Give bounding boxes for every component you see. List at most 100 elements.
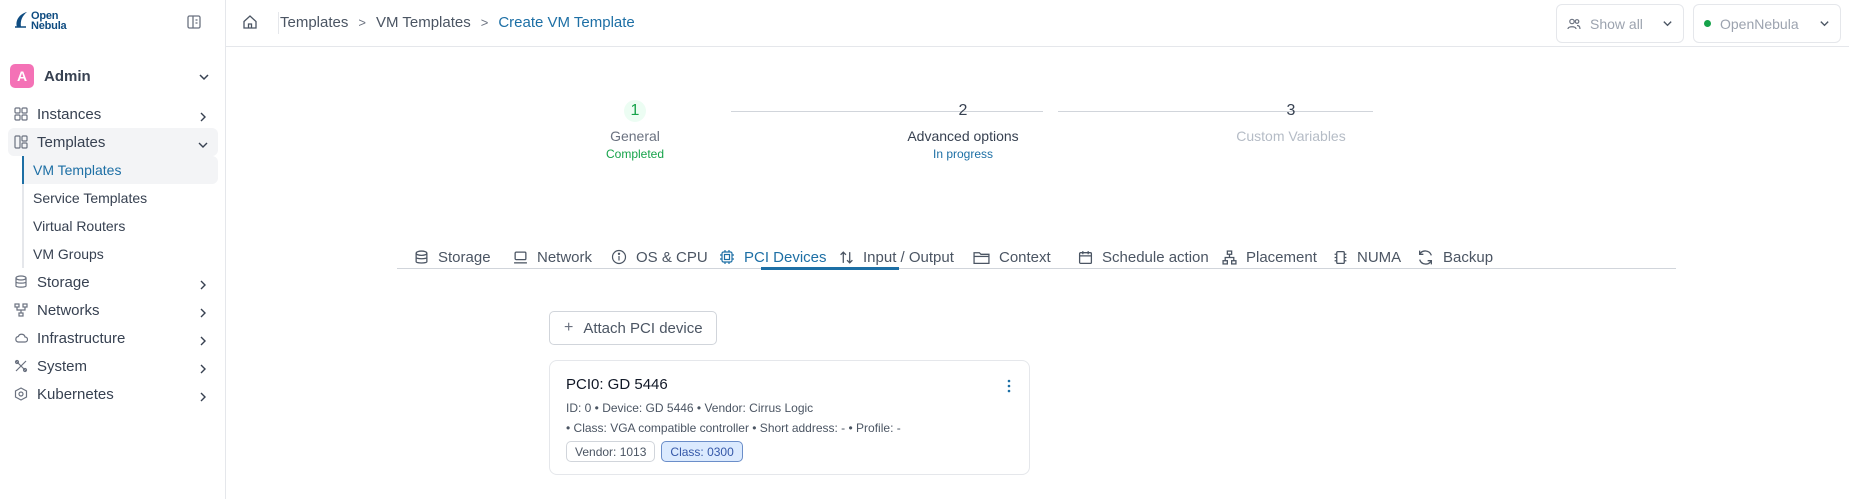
storage-icon bbox=[14, 275, 28, 289]
chevron-right-icon bbox=[198, 277, 208, 295]
home-icon[interactable] bbox=[242, 14, 258, 35]
status-dot bbox=[1704, 20, 1711, 27]
tab-label: PCI Devices bbox=[744, 248, 827, 266]
tab-backup[interactable]: Backup bbox=[1417, 245, 1493, 269]
tab-label: Placement bbox=[1246, 248, 1317, 266]
templates-submenu: VM Templates Service Templates Virtual R… bbox=[22, 156, 218, 268]
calendar-icon bbox=[1078, 250, 1093, 265]
breadcrumb-create-vm-template: Create VM Template bbox=[498, 14, 635, 31]
breadcrumb: Templates > VM Templates > Create VM Tem… bbox=[280, 14, 635, 31]
step-general[interactable]: 1 General Completed bbox=[555, 100, 715, 161]
users-icon bbox=[1567, 17, 1581, 31]
sidebar-item-networks[interactable]: Networks bbox=[8, 296, 218, 324]
sidebar-item-virtual-routers[interactable]: Virtual Routers bbox=[24, 212, 218, 240]
step-number: 3 bbox=[1286, 102, 1296, 119]
tab-numa[interactable]: NUMA bbox=[1333, 245, 1401, 269]
chevron-right-icon bbox=[198, 109, 208, 127]
more-options-icon[interactable] bbox=[1007, 379, 1011, 398]
main-content: Templates > VM Templates > Create VM Tem… bbox=[226, 0, 1849, 499]
pci-device-card[interactable]: PCI0: GD 5446 ID: 0 • Device: GD 5446 • … bbox=[549, 360, 1030, 475]
pci-device-tags: Vendor: 1013 Class: 0300 bbox=[566, 441, 743, 462]
zone-label: OpenNebula bbox=[1720, 15, 1799, 32]
tab-label: NUMA bbox=[1357, 248, 1402, 266]
sidebar-item-vm-groups[interactable]: VM Groups bbox=[24, 240, 218, 268]
chevron-right-icon bbox=[198, 333, 208, 351]
tab-label: OS & CPU bbox=[636, 248, 708, 266]
active-tab-indicator bbox=[761, 267, 899, 270]
opennebula-logo-icon bbox=[14, 11, 28, 29]
zone-dropdown[interactable]: OpenNebula bbox=[1693, 4, 1841, 43]
tab-network[interactable]: Network bbox=[513, 245, 592, 269]
sidebar-item-infrastructure[interactable]: Infrastructure bbox=[8, 324, 218, 352]
sidebar-item-kubernetes[interactable]: Kubernetes bbox=[8, 380, 218, 408]
sidebar-item-label: Networks bbox=[37, 301, 100, 319]
step-status: In progress bbox=[932, 147, 994, 161]
chevron-right-icon bbox=[198, 389, 208, 407]
tab-storage[interactable]: Storage bbox=[414, 245, 491, 269]
hierarchy-icon bbox=[1222, 249, 1237, 265]
networks-icon bbox=[14, 303, 28, 317]
chip-icon bbox=[1333, 250, 1348, 265]
tab-schedule-action[interactable]: Schedule action bbox=[1078, 245, 1209, 269]
opennebula-logo[interactable]: Open Nebula bbox=[14, 11, 67, 32]
sidebar-item-label: Storage bbox=[37, 273, 90, 291]
monitor-icon bbox=[513, 250, 528, 265]
pci-device-details: • Class: VGA compatible controller • Sho… bbox=[566, 421, 901, 435]
cpu-chip-icon bbox=[719, 249, 735, 265]
class-tag: Class: 0300 bbox=[661, 441, 743, 462]
sidebar-item-instances[interactable]: Instances bbox=[8, 100, 218, 128]
cloud-icon bbox=[14, 331, 28, 345]
chevron-down-icon bbox=[198, 137, 208, 155]
sidebar-nav: Instances Templates VM Templates Service… bbox=[8, 100, 218, 408]
breadcrumb-vm-templates[interactable]: VM Templates bbox=[376, 14, 471, 31]
sidebar-item-label: Instances bbox=[37, 105, 102, 123]
vendor-tag: Vendor: 1013 bbox=[566, 441, 656, 462]
logo-text: Open Nebula bbox=[31, 11, 67, 32]
chevron-right-icon bbox=[198, 305, 208, 323]
tab-pci-devices[interactable]: PCI Devices bbox=[719, 245, 827, 269]
user-name: Admin bbox=[44, 67, 91, 85]
step-custom-variables[interactable]: 3 Custom Variables bbox=[1211, 100, 1371, 144]
breadcrumb-templates[interactable]: Templates bbox=[280, 14, 348, 31]
sidebar-item-templates[interactable]: Templates bbox=[8, 128, 218, 156]
show-all-dropdown[interactable]: Show all bbox=[1556, 4, 1684, 43]
instances-icon bbox=[14, 107, 28, 121]
breadcrumb-separator: > bbox=[480, 15, 489, 30]
logo-text-line2: Nebula bbox=[31, 20, 67, 32]
tab-label: Network bbox=[537, 248, 593, 266]
refresh-icon bbox=[1417, 249, 1434, 266]
sidebar-item-service-templates[interactable]: Service Templates bbox=[24, 184, 218, 212]
tab-label: Backup bbox=[1443, 248, 1494, 266]
attach-pci-device-label: Attach PCI device bbox=[583, 319, 703, 337]
folder-icon bbox=[973, 250, 990, 265]
plus-icon: + bbox=[564, 319, 574, 336]
tab-placement[interactable]: Placement bbox=[1222, 245, 1317, 269]
tab-input-output[interactable]: Input / Output bbox=[839, 245, 954, 269]
tab-os-cpu[interactable]: OS & CPU bbox=[611, 245, 708, 269]
sidebar-item-label: System bbox=[37, 357, 88, 375]
top-bar: Templates > VM Templates > Create VM Tem… bbox=[226, 0, 1849, 47]
show-all-label: Show all bbox=[1590, 15, 1643, 32]
user-menu[interactable]: A Admin bbox=[10, 62, 216, 90]
sidebar-item-storage[interactable]: Storage bbox=[8, 268, 218, 296]
chevron-down-icon bbox=[1819, 16, 1830, 32]
collapse-sidebar-icon[interactable] bbox=[186, 14, 202, 30]
step-title: Advanced options bbox=[907, 128, 1019, 144]
tab-context[interactable]: Context bbox=[973, 245, 1051, 269]
arrows-up-down-icon bbox=[839, 250, 854, 265]
attach-pci-device-button[interactable]: + Attach PCI device bbox=[549, 311, 717, 345]
chevron-down-icon bbox=[198, 70, 210, 88]
sidebar-item-label: Templates bbox=[37, 133, 106, 151]
step-number: 1 bbox=[624, 100, 646, 122]
tab-label: Context bbox=[999, 248, 1051, 266]
step-advanced-options[interactable]: 2 Advanced options In progress bbox=[883, 100, 1043, 161]
avatar: A bbox=[10, 64, 34, 88]
step-title: General bbox=[610, 128, 660, 144]
pci-device-details: ID: 0 • Device: GD 5446 • Vendor: Cirrus… bbox=[566, 401, 814, 415]
sidebar-item-label: Kubernetes bbox=[37, 385, 114, 403]
divider bbox=[278, 12, 279, 34]
sidebar-item-vm-templates[interactable]: VM Templates bbox=[22, 156, 218, 184]
sidebar-item-system[interactable]: System bbox=[8, 352, 218, 380]
advanced-options-tabs: Storage Network OS & CPU PCI Devices Inp… bbox=[397, 245, 1676, 270]
tab-label: Storage bbox=[438, 248, 491, 266]
